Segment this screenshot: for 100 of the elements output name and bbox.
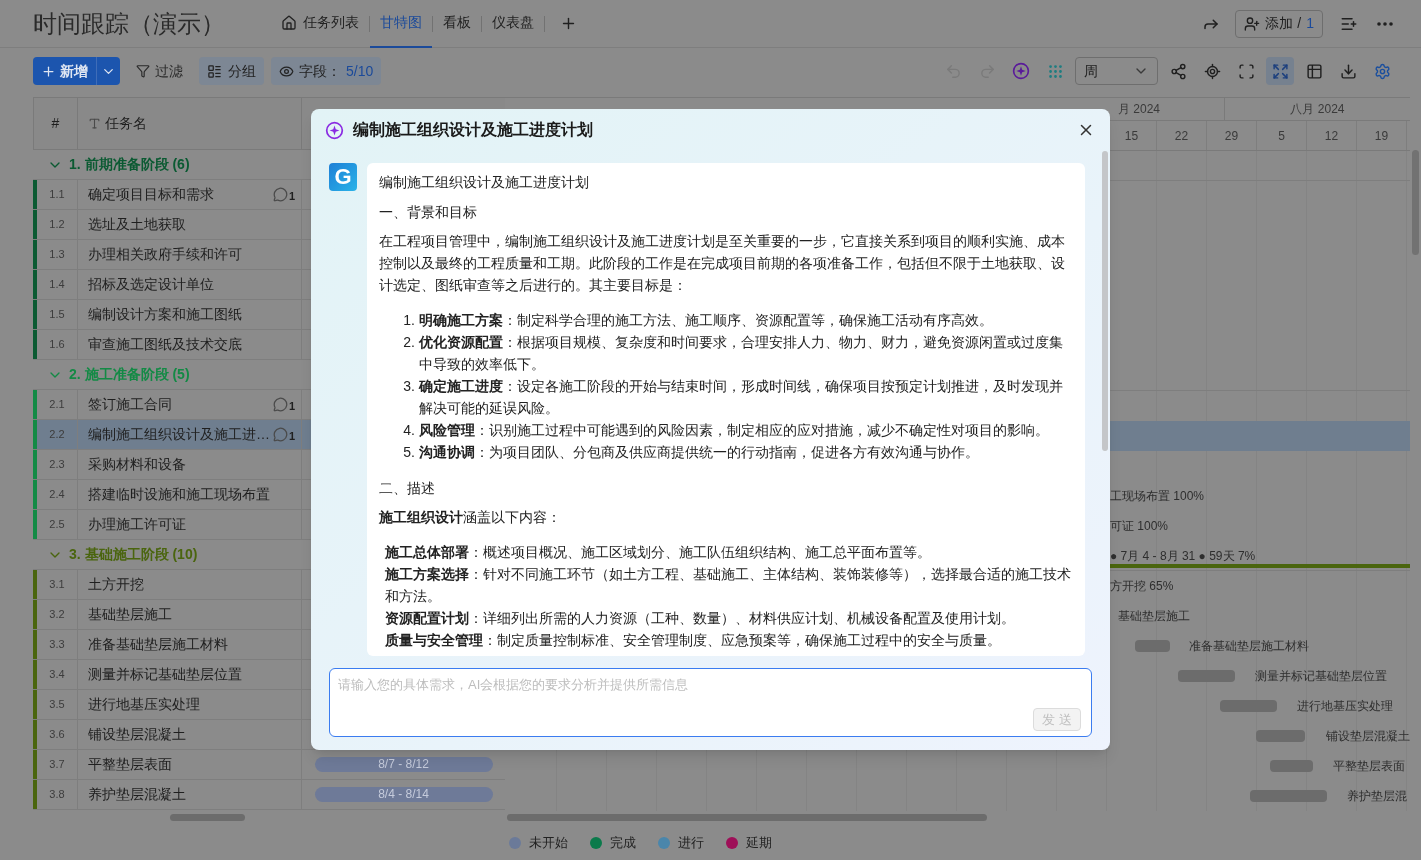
plus-icon xyxy=(41,63,56,79)
bar-label: 可证 100% xyxy=(1110,518,1169,535)
crosshair-icon xyxy=(1203,62,1221,80)
fields-button[interactable]: 字段： 5/10 xyxy=(271,57,382,85)
scrollbar-thumb[interactable] xyxy=(1102,151,1108,451)
task-bar[interactable] xyxy=(1220,700,1277,712)
scrollbar-thumb[interactable] xyxy=(1412,150,1419,255)
task-name: 确定项目目标和需求 xyxy=(88,185,215,204)
task-bar[interactable] xyxy=(1270,760,1313,772)
row-number: 1.5 xyxy=(49,307,65,323)
row-number: 3.5 xyxy=(49,697,65,713)
filter-button[interactable]: 过滤 xyxy=(130,57,189,85)
download-icon xyxy=(1339,62,1357,80)
expand-arrows-button[interactable] xyxy=(1266,57,1294,85)
row-number: 2.4 xyxy=(49,487,65,503)
member-count: 1 xyxy=(1306,14,1314,33)
row-number: 2.2 xyxy=(49,427,65,443)
view-tab[interactable]: 看板 xyxy=(433,0,481,48)
month-label: 月 2024 xyxy=(1118,101,1161,118)
sparkle-circle-icon xyxy=(1012,62,1030,80)
comment-icon[interactable] xyxy=(272,397,288,412)
comment-count: 1 xyxy=(288,191,295,202)
task-bar[interactable] xyxy=(1135,640,1170,652)
legend-label: 进行 xyxy=(678,834,704,853)
more-icon xyxy=(1377,21,1393,26)
expand-arrows-icon xyxy=(1271,62,1289,80)
list-number: 4. xyxy=(402,421,416,440)
task-name: 平整垫层表面 xyxy=(88,755,173,774)
row-number: 2.3 xyxy=(49,457,65,473)
week-label: 29 xyxy=(1224,127,1239,145)
week-label: 22 xyxy=(1174,127,1189,145)
week-label: 12 xyxy=(1324,127,1339,145)
task-name: 招标及选定设计单位 xyxy=(88,275,215,294)
task-bar[interactable] xyxy=(1178,670,1235,682)
comment-icon[interactable] xyxy=(272,187,288,202)
task-name: 编制施工组织设计及施工进… xyxy=(88,425,271,444)
task-name: 搭建临时设施和施工现场布置 xyxy=(88,485,271,504)
eye-icon xyxy=(279,63,294,79)
row-number: 1.3 xyxy=(49,247,65,263)
list-number: 1. xyxy=(402,311,416,330)
table-icon xyxy=(1305,62,1323,80)
row-number: 3.8 xyxy=(49,787,65,803)
task-row[interactable]: 3.7 平整垫层表面 8/7 - 8/12 xyxy=(33,750,505,780)
dots-grid-icon xyxy=(1046,62,1064,80)
group-icon xyxy=(207,63,222,79)
task-name: 进行地基压实处理 xyxy=(88,695,201,714)
comment-icon[interactable] xyxy=(272,427,288,442)
task-bar[interactable] xyxy=(1256,730,1305,742)
bar-label: 基础垫层施工 xyxy=(1118,608,1190,625)
week-label: 19 xyxy=(1374,127,1389,145)
task-name: 基础垫层施工 xyxy=(88,605,173,624)
task-name: 审查施工图纸及技术交底 xyxy=(88,335,243,354)
legend-label: 延期 xyxy=(746,834,772,853)
bar-label: 测量并标记基础垫层位置 xyxy=(1255,668,1387,685)
dialog-title: 编制施工组织设计及施工进度计划 xyxy=(353,120,593,140)
row-number: 1.6 xyxy=(49,337,65,353)
column-header[interactable]: 任务名 xyxy=(78,98,302,149)
bar-label: 准备基础垫层施工材料 xyxy=(1189,638,1309,655)
column-header: # xyxy=(33,98,78,149)
row-number: 3.1 xyxy=(49,577,65,593)
row-number: 3.3 xyxy=(49,637,65,653)
add-member-label: 添加 / xyxy=(1265,14,1302,33)
date-range-bar[interactable]: 8/4 - 8/14 xyxy=(314,787,493,802)
bar-label: 平整垫层表面 xyxy=(1333,758,1405,775)
settings-icon xyxy=(1373,62,1391,80)
view-tab[interactable]: 仪表盘 xyxy=(482,0,544,48)
message-paragraph: 二、描述 xyxy=(379,479,436,498)
week-label: 15 xyxy=(1124,127,1139,145)
task-name: 选址及土地获取 xyxy=(88,215,187,234)
row-number: 2.1 xyxy=(49,397,65,413)
app-title: 时间跟踪（演示） xyxy=(33,8,225,39)
list-item: 施工总体部署：概述项目概况、施工区域划分、施工队伍组织结构、施工总平面布置等。 xyxy=(385,543,932,562)
bar-label: 工现场布置 100% xyxy=(1110,488,1205,505)
task-name: 办理施工许可证 xyxy=(88,515,187,534)
add-member-button[interactable]: 添加 / 1 xyxy=(1235,9,1323,38)
home-icon xyxy=(281,14,297,31)
task-name: 签订施工合同 xyxy=(88,395,173,414)
new-button[interactable]: 新增 xyxy=(33,57,120,85)
scrollbar-thumb[interactable] xyxy=(170,813,245,821)
row-number: 1.2 xyxy=(49,217,65,233)
group-title: 3. 基础施工阶段 (10) xyxy=(69,545,198,564)
week-label: 5 xyxy=(1278,127,1285,145)
date-range-bar[interactable]: 8/7 - 8/12 xyxy=(314,757,493,772)
task-name: 养护垫层混凝土 xyxy=(88,785,187,804)
view-select[interactable]: 周 xyxy=(1075,57,1158,85)
scrollbar-thumb[interactable] xyxy=(507,813,987,821)
task-row[interactable]: 3.8 养护垫层混凝土 8/4 - 8/14 xyxy=(33,780,505,810)
group-title: 2. 施工准备阶段 (5) xyxy=(69,365,190,384)
task-name: 测量并标记基础垫层位置 xyxy=(88,665,243,684)
task-name: 办理相关政府手续和许可 xyxy=(88,245,243,264)
legend-label: 未开始 xyxy=(529,834,568,853)
view-tab[interactable]: 任务列表 xyxy=(271,0,369,48)
text-type-icon xyxy=(88,117,101,130)
comment-count: 1 xyxy=(288,431,295,442)
fields-label: 字段： xyxy=(299,61,341,81)
bar-label: 方开挖 65% xyxy=(1110,578,1174,595)
fields-count: 5/10 xyxy=(346,61,374,81)
group-button[interactable]: 分组 xyxy=(199,57,264,85)
bar-label: 铺设垫层混凝土 xyxy=(1326,728,1410,745)
nodes-icon xyxy=(1169,62,1187,80)
